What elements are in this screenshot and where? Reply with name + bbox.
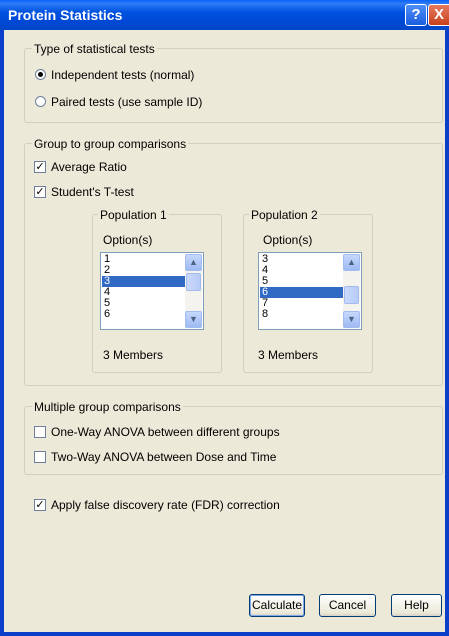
population-1-legend: Population 1 <box>98 208 169 222</box>
list-item[interactable]: 5 <box>260 276 344 287</box>
scroll-thumb[interactable] <box>344 286 359 304</box>
fdr-checkbox[interactable]: ✓ <box>34 499 46 511</box>
one-way-anova-label[interactable]: One-Way ANOVA between different groups <box>51 425 280 439</box>
population-2-legend: Population 2 <box>249 208 320 222</box>
population-1-options-label: Option(s) <box>103 233 153 247</box>
help-button[interactable]: Help <box>391 594 442 617</box>
list-item-selected[interactable]: 6 <box>260 287 344 298</box>
test-type-legend: Type of statistical tests <box>32 42 157 56</box>
help-question-icon[interactable]: ? <box>405 4 427 26</box>
population-2-options-label: Option(s) <box>263 233 313 247</box>
paired-tests-label[interactable]: Paired tests (use sample ID) <box>51 95 202 109</box>
scroll-up-icon[interactable]: ▲ <box>343 254 360 271</box>
close-icon[interactable]: X <box>428 4 449 26</box>
group-to-group-group: Group to group comparisons <box>24 137 443 386</box>
t-test-checkbox[interactable]: ✓ <box>34 186 46 198</box>
population-1-members: 3 Members <box>103 348 164 362</box>
average-ratio-checkbox[interactable]: ✓ <box>34 161 46 173</box>
one-way-anova-checkbox[interactable] <box>34 426 46 438</box>
independent-tests-radio[interactable] <box>35 69 46 80</box>
fdr-label[interactable]: Apply false discovery rate (FDR) correct… <box>51 498 280 512</box>
list-item[interactable]: 4 <box>260 265 344 276</box>
scroll-up-icon[interactable]: ▲ <box>185 254 202 271</box>
two-way-anova-checkbox[interactable] <box>34 451 46 463</box>
population-2-scrollbar[interactable]: ▲ ▼ <box>343 254 360 328</box>
population-1-scrollbar[interactable]: ▲ ▼ <box>185 254 202 328</box>
t-test-label[interactable]: Student's T-test <box>51 185 134 199</box>
list-item[interactable]: 4 <box>102 287 186 298</box>
cancel-button[interactable]: Cancel <box>319 594 376 617</box>
list-item[interactable]: 8 <box>260 309 344 320</box>
independent-tests-label[interactable]: Independent tests (normal) <box>51 68 194 82</box>
population-1-listbox[interactable]: 1 2 3 4 5 6 ▲ ▼ <box>100 252 204 330</box>
list-item[interactable]: 5 <box>102 298 186 309</box>
scroll-down-icon[interactable]: ▼ <box>185 311 202 328</box>
title-bar[interactable]: Protein Statistics ? X <box>0 0 449 30</box>
list-item-selected[interactable]: 3 <box>102 276 186 287</box>
scroll-down-icon[interactable]: ▼ <box>343 311 360 328</box>
multiple-group-legend: Multiple group comparisons <box>32 400 183 414</box>
paired-tests-radio[interactable] <box>35 96 46 107</box>
two-way-anova-label[interactable]: Two-Way ANOVA between Dose and Time <box>51 450 276 464</box>
test-type-group: Type of statistical tests <box>24 42 443 123</box>
average-ratio-label[interactable]: Average Ratio <box>51 160 127 174</box>
list-item[interactable]: 7 <box>260 298 344 309</box>
list-item[interactable]: 3 <box>260 254 344 265</box>
list-item[interactable]: 2 <box>102 265 186 276</box>
population-2-listbox[interactable]: 3 4 5 6 7 8 ▲ ▼ <box>258 252 362 330</box>
scroll-thumb[interactable] <box>186 273 201 291</box>
group-to-group-legend: Group to group comparisons <box>32 137 189 151</box>
calculate-button[interactable]: Calculate <box>249 594 305 617</box>
window-title: Protein Statistics <box>8 7 123 23</box>
multiple-group-group: Multiple group comparisons <box>24 400 443 475</box>
population-2-members: 3 Members <box>258 348 319 362</box>
list-item[interactable]: 1 <box>102 254 186 265</box>
list-item[interactable]: 6 <box>102 309 186 320</box>
